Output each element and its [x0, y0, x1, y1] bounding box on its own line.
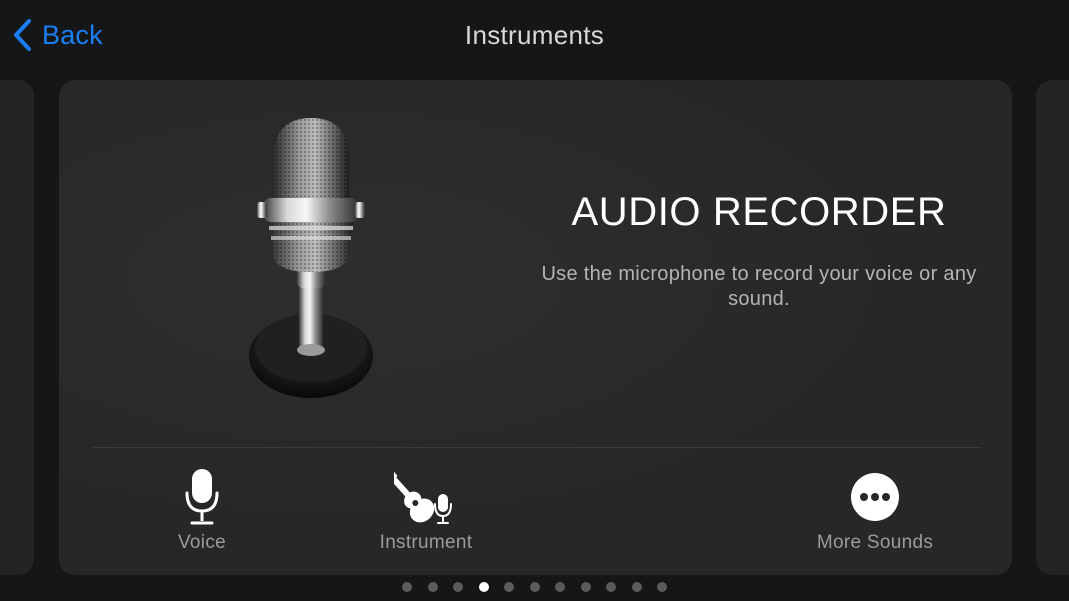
page-indicator[interactable] — [0, 582, 1069, 592]
previous-instrument-card[interactable] — [0, 80, 34, 575]
more-sounds-option-button[interactable]: More Sounds — [811, 466, 939, 554]
instrument-card-audio-recorder[interactable]: AUDIO RECORDER Use the microphone to rec… — [59, 80, 1012, 575]
page-dot[interactable] — [606, 582, 616, 592]
page-dot[interactable] — [427, 582, 438, 592]
vintage-microphone-icon — [249, 118, 373, 398]
more-sounds-option-label: More Sounds — [816, 532, 934, 553]
voice-option-label: Voice — [178, 532, 226, 553]
navigation-bar: Back Instruments — [0, 0, 1069, 72]
page-dot[interactable] — [580, 582, 591, 592]
page-dot[interactable] — [402, 582, 412, 592]
divider — [93, 447, 982, 448]
microphone-icon — [184, 466, 220, 528]
next-instrument-card[interactable] — [1036, 80, 1069, 575]
ellipsis-circle-icon — [850, 466, 900, 528]
voice-option-button[interactable]: Voice — [154, 466, 250, 554]
page-dot[interactable] — [478, 582, 489, 592]
instrument-option-label: Instrument — [379, 532, 473, 553]
instrument-option-button[interactable]: Instrument — [365, 466, 487, 554]
page-title: Instruments — [464, 20, 605, 50]
instrument-title: AUDIO RECORDER — [571, 190, 947, 234]
page-dot[interactable] — [504, 582, 514, 592]
page-dot[interactable] — [529, 582, 540, 592]
page-dot[interactable] — [555, 582, 565, 592]
page-dot[interactable] — [657, 582, 667, 592]
page-dot[interactable] — [631, 582, 642, 592]
guitar-microphone-icon — [394, 466, 458, 528]
page-dot[interactable] — [453, 582, 463, 592]
instrument-description: Use the microphone to record your voice … — [541, 263, 977, 310]
